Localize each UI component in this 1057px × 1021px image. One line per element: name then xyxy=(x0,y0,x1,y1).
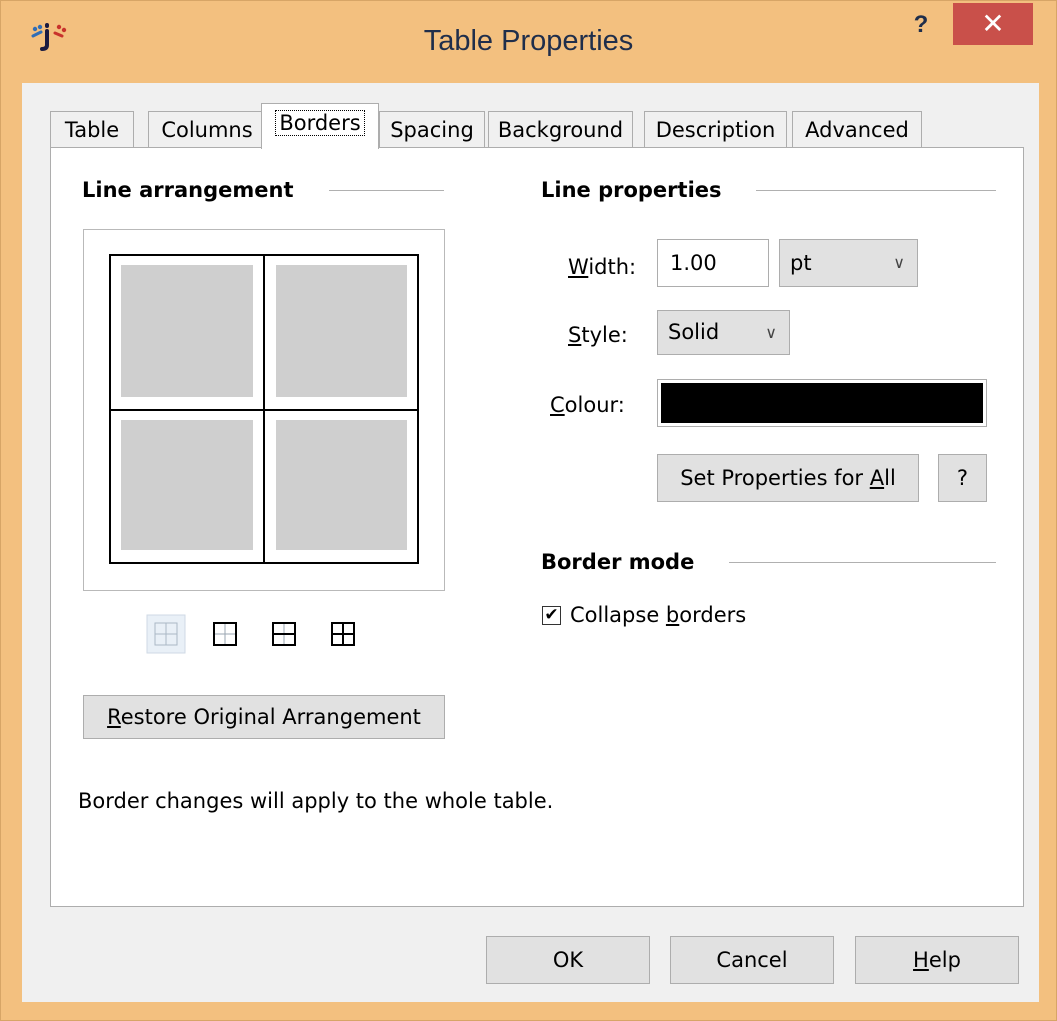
mnemonic: S xyxy=(568,323,582,347)
chevron-down-icon: ∨ xyxy=(765,323,777,342)
mnemonic: H xyxy=(913,948,929,972)
divider xyxy=(729,562,996,563)
window-title: Table Properties xyxy=(423,25,634,57)
width-label: Width: xyxy=(568,255,636,279)
outer-border-icon[interactable] xyxy=(205,614,245,654)
width-input[interactable]: 1.00 xyxy=(657,239,769,287)
mnemonic: R xyxy=(107,705,121,729)
border-preview[interactable] xyxy=(83,229,445,591)
mnemonic: b xyxy=(665,603,680,627)
style-value: Solid xyxy=(668,320,720,344)
tab-label: Background xyxy=(497,118,624,142)
tab-label: Columns xyxy=(161,118,253,142)
colour-picker[interactable] xyxy=(657,379,987,427)
unit-select[interactable]: pt ∨ xyxy=(779,239,918,287)
collapse-borders-label[interactable]: Collapse borders xyxy=(570,603,746,627)
ok-button[interactable]: OK xyxy=(486,936,650,984)
outer-horizontal-border-icon[interactable] xyxy=(264,614,304,654)
mnemonic: C xyxy=(550,393,565,417)
restore-arrangement-button[interactable]: Restore Original Arrangement xyxy=(83,695,445,739)
label-text: Collapse xyxy=(570,603,666,627)
label-text: tyle: xyxy=(581,323,628,347)
style-label: Style: xyxy=(568,323,628,347)
close-button[interactable]: ✕ xyxy=(953,3,1033,45)
mnemonic: W xyxy=(568,255,589,279)
button-label: elp xyxy=(928,948,961,972)
titlebar-help-button[interactable]: ? xyxy=(901,7,941,43)
colour-swatch xyxy=(661,383,983,423)
button-label: ll xyxy=(884,466,896,490)
preview-cell xyxy=(121,420,253,550)
tab-label: Description xyxy=(655,118,776,142)
line-properties-heading: Line properties xyxy=(541,178,722,202)
title-bar[interactable]: Table Properties ? ✕ xyxy=(1,1,1056,83)
tab-label: Borders xyxy=(275,110,365,136)
tab-spacing[interactable]: Spacing xyxy=(379,111,485,147)
chevron-down-icon: ∨ xyxy=(893,253,905,272)
preview-cell xyxy=(276,265,407,397)
button-label: Set Properties for xyxy=(680,466,870,490)
tab-background[interactable]: Background xyxy=(488,111,633,147)
borders-tab-panel: Line arrangement Restore Original Arrang… xyxy=(50,147,1024,907)
label-text: orders xyxy=(679,603,747,627)
dialog-client: Table Columns Borders Spacing Background… xyxy=(22,83,1039,1002)
label-text: idth: xyxy=(588,255,637,279)
inner-horizontal-line[interactable] xyxy=(109,409,419,411)
tab-label: Table xyxy=(64,118,120,142)
properties-help-button[interactable]: ? xyxy=(938,454,987,502)
border-mode-heading: Border mode xyxy=(541,550,695,574)
divider xyxy=(756,190,996,191)
collapse-borders-checkbox[interactable]: ✔ xyxy=(542,606,561,625)
tab-label: Advanced xyxy=(805,118,909,142)
tab-advanced[interactable]: Advanced xyxy=(792,111,922,147)
preview-cell xyxy=(276,420,407,550)
preview-cell xyxy=(121,265,253,397)
line-arrangement-heading: Line arrangement xyxy=(82,178,294,202)
tab-label: Spacing xyxy=(390,118,474,142)
dialog-window: Table Properties ? ✕ Table Columns Borde… xyxy=(0,0,1057,1021)
label-text: olour: xyxy=(564,393,625,417)
style-select[interactable]: Solid ∨ xyxy=(657,310,790,355)
mnemonic: A xyxy=(869,466,885,490)
tab-borders[interactable]: Borders xyxy=(261,103,379,149)
button-label: estore Original Arrangement xyxy=(120,705,421,729)
tab-description[interactable]: Description xyxy=(644,111,787,147)
tab-table[interactable]: Table xyxy=(50,111,134,147)
help-button[interactable]: Help xyxy=(855,936,1019,984)
colour-label: Colour: xyxy=(550,393,625,417)
unit-value: pt xyxy=(790,251,812,275)
set-properties-for-all-button[interactable]: Set Properties for All xyxy=(657,454,919,502)
cancel-button[interactable]: Cancel xyxy=(670,936,834,984)
info-text: Border changes will apply to the whole t… xyxy=(78,789,554,813)
all-borders-icon[interactable] xyxy=(323,614,363,654)
divider xyxy=(329,190,444,191)
tab-columns[interactable]: Columns xyxy=(148,111,266,147)
no-borders-icon[interactable] xyxy=(146,614,186,654)
